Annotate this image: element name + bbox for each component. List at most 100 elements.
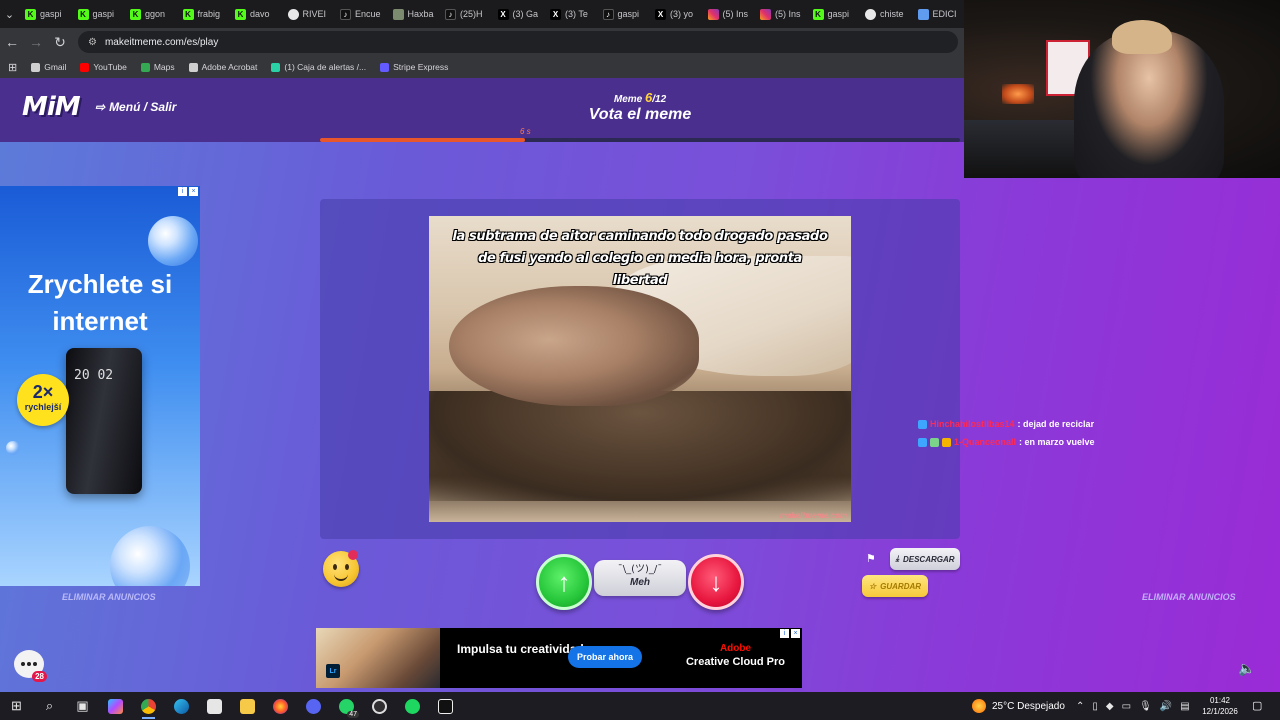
tab-search-icon[interactable]: ⌄ (0, 0, 19, 28)
network-icon[interactable]: ▤ (1180, 701, 1189, 712)
microphone-icon[interactable]: 🎙 (1139, 701, 1152, 712)
ad-choices[interactable]: i × (780, 629, 800, 638)
url-text: makeitmeme.com/es/play (104, 36, 219, 48)
notification-icon[interactable]: ▢ (1252, 699, 1262, 712)
timer-bar-fill (320, 138, 525, 142)
browser-tab[interactable]: Kgaspi (807, 0, 860, 28)
remove-ads-link-right[interactable]: ELIMINAR ANUNCIOS (1142, 592, 1236, 602)
mim-logo[interactable]: MiM (22, 92, 81, 122)
whatsapp-icon[interactable]: 47 (330, 692, 363, 720)
store-icon[interactable] (198, 692, 231, 720)
bookmark-item[interactable]: YouTube (80, 62, 127, 72)
url-field[interactable]: ⚙ makeitmeme.com/es/play (78, 31, 958, 53)
back-icon[interactable]: ← (0, 28, 24, 56)
ad-info-icon[interactable]: i (178, 187, 187, 196)
adobe-product: Creative Cloud Pro (685, 656, 786, 668)
browser-tab[interactable]: Kdavo (229, 0, 282, 28)
task-view-icon[interactable]: ▣ (66, 692, 99, 720)
chat-badge-icon (942, 437, 951, 447)
bookmark-item[interactable]: Maps (140, 62, 175, 72)
copilot-icon[interactable] (99, 692, 132, 720)
browser-tab[interactable]: X (3) Ga (492, 0, 545, 28)
bookmark-item[interactable]: Adobe Acrobat (188, 62, 257, 72)
downvote-button[interactable]: ↓ (688, 554, 744, 610)
meh-button[interactable]: ¯\_(ツ)_/¯ Meh (594, 560, 686, 596)
ad-info-icon[interactable]: i (780, 629, 789, 638)
tab-favicon-icon (760, 8, 771, 20)
tab-title: gaspi (827, 9, 850, 19)
nvidia-icon[interactable]: ◆ (1106, 701, 1114, 712)
browser-tab[interactable]: chiste (859, 0, 912, 28)
adobe-brand: Adobe (719, 643, 752, 654)
browser-tab[interactable]: Kgaspi (72, 0, 125, 28)
system-tray: ⌃ ▯ ◆ ▭ 🎙 🔊 ▤ (1076, 692, 1190, 720)
chevron-up-icon[interactable]: ⌃ (1076, 701, 1084, 712)
report-flag-icon[interactable]: ⚑ (866, 552, 876, 565)
bookmark-icon (80, 62, 90, 72)
file-explorer-icon[interactable] (231, 692, 264, 720)
left-ad-banner[interactable]: i × Zrychlete si internet 20 02 2× rychl… (0, 186, 200, 586)
bookmark-item[interactable]: (1) Caja de alertas /... (271, 62, 366, 72)
tab-title: Haxba (407, 9, 434, 19)
download-button[interactable]: ⤓ DESCARGAR (890, 548, 960, 570)
arrow-up-icon: ↑ (557, 566, 571, 597)
firefox-icon[interactable] (264, 692, 297, 720)
browser-tab[interactable]: Kgaspi (19, 0, 72, 28)
chrome-icon[interactable] (132, 692, 165, 720)
meme-counter: Meme 6/12 (540, 90, 740, 105)
browser-tab[interactable]: Kfrabig (177, 0, 230, 28)
reload-icon[interactable]: ↻ (48, 28, 72, 56)
browser-tab[interactable]: X (3) Te (544, 0, 597, 28)
tab-title: ggon (145, 9, 166, 19)
meh-label: Meh (630, 577, 650, 588)
browser-tab[interactable]: Haxba (387, 0, 440, 28)
site-info-icon[interactable]: ⚙ (88, 37, 97, 48)
browser-tab[interactable]: Kggon (124, 0, 177, 28)
browser-tab[interactable]: X (3) yo (649, 0, 702, 28)
edge-icon[interactable] (165, 692, 198, 720)
capcut-icon[interactable] (429, 692, 462, 720)
browser-tab[interactable]: ♪ Encue (334, 0, 387, 28)
try-now-button[interactable]: Probar ahora (568, 646, 642, 668)
browser-tab[interactable]: EDICI (912, 0, 965, 28)
search-icon[interactable]: ⌕ (33, 692, 66, 720)
ad-close-icon[interactable]: × (189, 187, 198, 196)
chat-username: 1-Quanceonall (954, 437, 1017, 447)
bookmark-item[interactable]: Stripe Express (380, 62, 448, 72)
browser-tab[interactable]: ♪ gaspi (597, 0, 650, 28)
weather-widget[interactable]: 25°C Despejado (972, 692, 1065, 720)
tab-favicon-icon (392, 8, 404, 20)
tab-favicon-icon: ♪ (602, 8, 614, 20)
ad-choices[interactable]: i × (178, 187, 198, 196)
apps-grid-icon[interactable]: ⊞ (8, 61, 17, 74)
windows-start-icon[interactable]: ⊞ (0, 692, 33, 720)
meme-counter-total: /12 (652, 94, 667, 105)
bottom-ad-banner[interactable]: Lr Impulsa tu creatividad Probar ahora A… (316, 628, 802, 688)
obs-icon[interactable] (363, 692, 396, 720)
tab-favicon-icon: X (655, 8, 666, 20)
usb-icon[interactable]: ▯ (1092, 701, 1098, 712)
save-button[interactable]: ☆ GUARDAR (862, 575, 928, 597)
forward-icon[interactable]: → (24, 28, 48, 56)
spotify-icon[interactable] (396, 692, 429, 720)
browser-tab[interactable]: ♪ (25)H (439, 0, 492, 28)
volume-icon[interactable]: 🔊 (1160, 701, 1172, 712)
remove-ads-link-left[interactable]: ELIMINAR ANUNCIOS (62, 592, 156, 602)
sound-mute-icon[interactable]: 🔈 (1238, 660, 1255, 677)
browser-tab[interactable]: RIVEI (282, 0, 335, 28)
browser-tab[interactable]: (5) Ins (702, 0, 755, 28)
display-icon[interactable]: ▭ (1122, 701, 1131, 712)
menu-exit-button[interactable]: ⇨ Menú / Salir (95, 100, 176, 114)
meme-ground-shape (429, 391, 851, 501)
menu-exit-label: Menú / Salir (109, 100, 177, 114)
ad-close-icon[interactable]: × (791, 629, 800, 638)
discord-icon[interactable] (297, 692, 330, 720)
tab-favicon-icon: X (550, 8, 561, 20)
browser-tab[interactable]: (5) Ins (754, 0, 807, 28)
upvote-button[interactable]: ↑ (536, 554, 592, 610)
chat-button[interactable]: 28 (14, 650, 47, 682)
bookmark-item[interactable]: Gmail (31, 62, 66, 72)
decorative-bubble (110, 526, 190, 586)
taskbar-clock[interactable]: 01:42 12/1/2026 (1200, 695, 1240, 717)
bookmark-label: YouTube (93, 62, 127, 72)
